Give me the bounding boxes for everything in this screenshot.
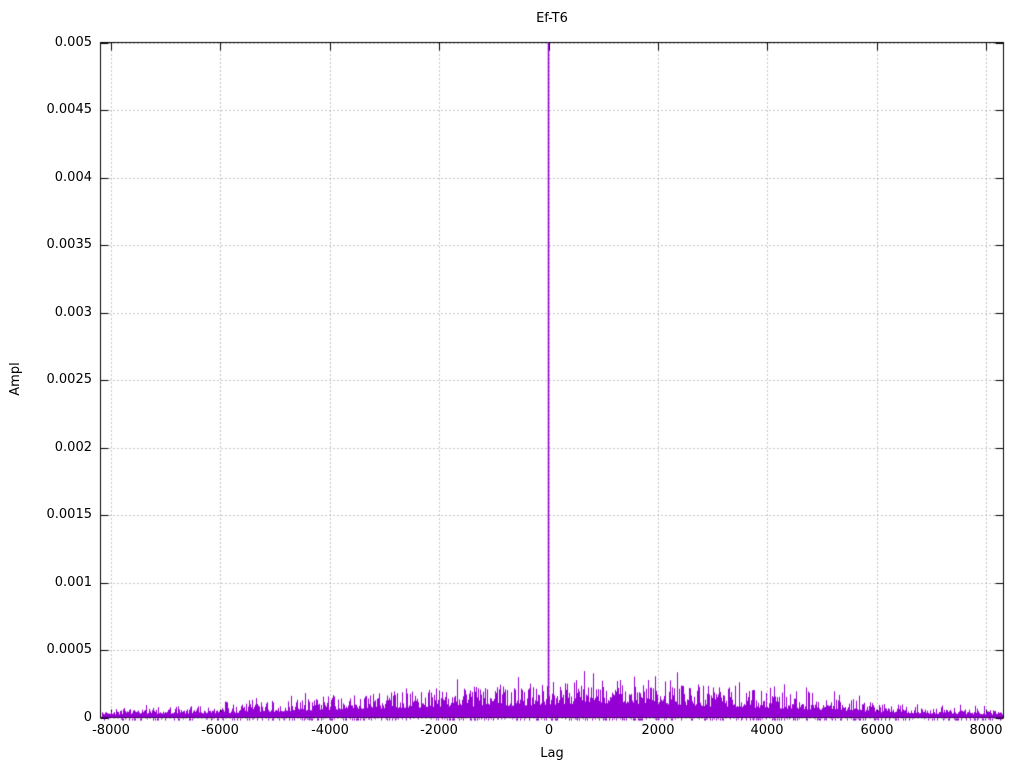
y-tick-label: 0.004 (54, 170, 92, 185)
y-tick-label: 0.0015 (46, 507, 93, 522)
x-tick-label: -8000 (92, 723, 130, 738)
y-tick-label: 0.003 (54, 305, 92, 320)
x-tick-label: 2000 (641, 723, 675, 738)
x-tick-label: -6000 (201, 723, 239, 738)
x-tick-label: 4000 (750, 723, 784, 738)
x-tick-label: 6000 (860, 723, 894, 738)
y-tick-label: 0.001 (54, 575, 92, 590)
y-tick-label: 0.0005 (46, 642, 93, 657)
y-tick-label: 0.0045 (46, 102, 93, 117)
y-tick-label: 0.005 (54, 35, 92, 50)
x-tick-label: -2000 (420, 723, 458, 738)
gnuplot-window: Ef-T6 Ampl Lag 0 0.0005 0.001 0.0015 0.002 0.… (0, 0, 1024, 768)
y-tick-label: 0.002 (54, 440, 92, 455)
chart-canvas (0, 0, 1024, 768)
x-tick-label: 0 (544, 723, 554, 738)
x-tick-label: 8000 (969, 723, 1003, 738)
chart-title: Ef-T6 (536, 11, 568, 26)
x-axis-label: Lag (540, 746, 564, 761)
x-tick-label: -4000 (311, 723, 349, 738)
y-tick-label: 0.0035 (46, 237, 93, 252)
y-tick-label: 0.0025 (46, 372, 93, 387)
